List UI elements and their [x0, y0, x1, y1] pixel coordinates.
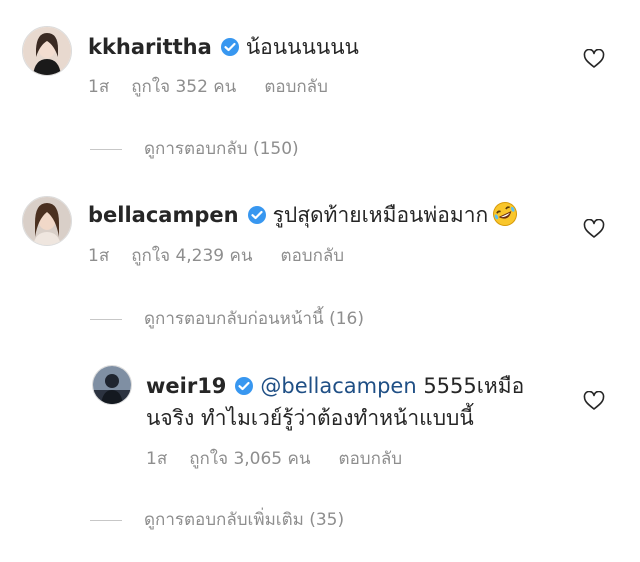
avatar-image: [23, 27, 71, 75]
heart-icon[interactable]: [583, 391, 605, 411]
likes-count[interactable]: ถูกใจ 3,065 คน: [189, 449, 310, 469]
reply-button[interactable]: ตอบกลับ: [339, 449, 403, 469]
comment-time: 1ส: [88, 246, 110, 266]
view-replies-label: ดูการตอบกลับเพิ่มเติม (35): [144, 510, 345, 530]
username[interactable]: kkharittha: [88, 35, 212, 59]
comment-time: 1ส: [88, 77, 110, 97]
username[interactable]: bellacampen: [88, 203, 239, 227]
comment-time: 1ส: [146, 449, 168, 469]
verified-badge-icon: [235, 377, 254, 395]
view-replies-label: ดูการตอบกลับก่อนหน้านี้ (16): [144, 309, 364, 329]
avatar[interactable]: [22, 26, 72, 76]
avatar-image: [23, 197, 71, 245]
divider: [90, 318, 122, 320]
heart-icon[interactable]: [583, 219, 605, 239]
likes-count[interactable]: ถูกใจ 4,239 คน: [131, 246, 252, 266]
divider: [90, 148, 122, 150]
avatar[interactable]: [22, 196, 72, 246]
comment-line: bellacampen รูปสุดท้ายเหมือนพ่อมาก: [88, 200, 518, 230]
comment-text: รูปสุดท้ายเหมือนพ่อมาก: [272, 203, 489, 227]
comment-text: 5555เหมือ: [416, 374, 525, 398]
comment-meta: 1ส ถูกใจ 4,239 คน ตอบกลับ: [88, 245, 344, 267]
rolling-on-floor-laughing-icon: [493, 202, 518, 226]
verified-badge-icon: [247, 206, 266, 224]
likes-count[interactable]: ถูกใจ 352 คน: [131, 77, 236, 97]
comment-meta: 1ส ถูกใจ 3,065 คน ตอบกลับ: [146, 448, 402, 470]
comment-text-continued: นจริง ทำไมเวย์รู้ว่าต้องทำหน้าแบบนี้: [146, 406, 474, 430]
mention-link[interactable]: @bellacampen: [260, 374, 416, 398]
comment-meta: 1ส ถูกใจ 352 คน ตอบกลับ: [88, 76, 328, 98]
view-replies-button[interactable]: ดูการตอบกลับ (150): [90, 138, 299, 160]
username[interactable]: weir19: [146, 374, 226, 398]
reply-button[interactable]: ตอบกลับ: [281, 246, 345, 266]
view-replies-label: ดูการตอบกลับ (150): [144, 139, 299, 159]
comment-line: kkharittha น้อนนนนนน: [88, 32, 359, 62]
view-replies-button[interactable]: ดูการตอบกลับก่อนหน้านี้ (16): [90, 308, 364, 330]
reply-comment: weir19 @bellacampen 5555เหมือนจริง ทำไมเว…: [146, 370, 556, 434]
comment-text: น้อนนนนนน: [245, 35, 359, 59]
divider: [90, 519, 122, 521]
view-replies-button[interactable]: ดูการตอบกลับเพิ่มเติม (35): [90, 509, 344, 531]
heart-icon[interactable]: [583, 49, 605, 69]
avatar-image: [93, 366, 131, 404]
reply-button[interactable]: ตอบกลับ: [264, 77, 328, 97]
verified-badge-icon: [220, 38, 239, 56]
avatar[interactable]: [92, 365, 132, 405]
